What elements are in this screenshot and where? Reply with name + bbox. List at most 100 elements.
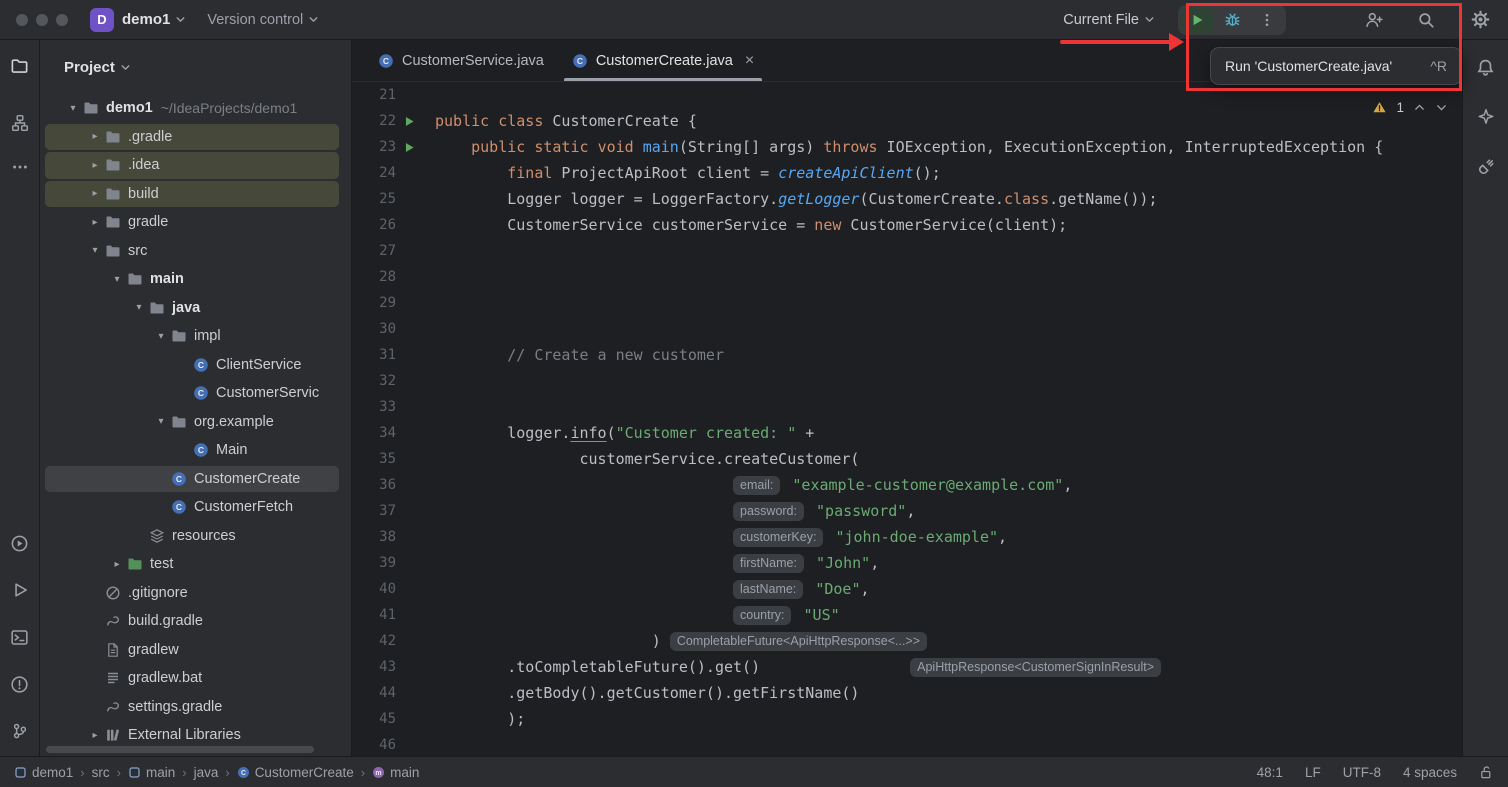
code-line-36[interactable]: 36 email: "example-customer@example.com"… bbox=[352, 472, 1462, 498]
lock-icon[interactable] bbox=[1479, 765, 1494, 780]
code-line-34[interactable]: 34 logger.info("Customer created: " + bbox=[352, 420, 1462, 446]
run-button[interactable] bbox=[1181, 7, 1213, 33]
inspections-widget[interactable]: 1 bbox=[1372, 100, 1448, 115]
tree-item-settings-gradle[interactable]: settings.gradle bbox=[40, 693, 351, 722]
caret-position[interactable]: 48:1 bbox=[1257, 765, 1283, 780]
code-line-42[interactable]: 42 ) CompletableFuture<ApiHttpResponse<.… bbox=[352, 628, 1462, 654]
vcs-widget[interactable]: Version control bbox=[187, 12, 320, 28]
line-number[interactable]: 38 bbox=[352, 529, 396, 545]
tree-item-gradlew-bat[interactable]: gradlew.bat bbox=[40, 664, 351, 693]
search-everywhere-button[interactable] bbox=[1410, 7, 1442, 33]
line-number[interactable]: 23 bbox=[352, 139, 396, 155]
tree-item-build-gradle[interactable]: build.gradle bbox=[40, 607, 351, 636]
code-line-41[interactable]: 41 country: "US" bbox=[352, 602, 1462, 628]
breadcrumb-item[interactable]: CCustomerCreate bbox=[237, 765, 354, 780]
close-tab-button[interactable]: × bbox=[745, 53, 754, 69]
tree-item-demo1[interactable]: ▾demo1~/IdeaProjects/demo1 bbox=[40, 94, 351, 123]
version-control-tool-button[interactable] bbox=[7, 718, 33, 744]
line-number[interactable]: 33 bbox=[352, 399, 396, 415]
close-window-button[interactable] bbox=[16, 14, 28, 26]
structure-tool-button[interactable] bbox=[7, 110, 33, 136]
tree-item-gradlew[interactable]: gradlew bbox=[40, 636, 351, 665]
file-encoding[interactable]: UTF-8 bbox=[1343, 765, 1381, 780]
editor-tab-customercreate-java[interactable]: CCustomerCreate.java× bbox=[558, 40, 768, 81]
line-number[interactable]: 41 bbox=[352, 607, 396, 623]
services-tool-button[interactable] bbox=[7, 530, 33, 556]
line-number[interactable]: 35 bbox=[352, 451, 396, 467]
chevron-expanded-icon[interactable]: ▾ bbox=[130, 302, 148, 313]
line-number[interactable]: 44 bbox=[352, 685, 396, 701]
tree-item--gitignore[interactable]: .gitignore bbox=[40, 579, 351, 608]
chevron-collapsed-icon[interactable]: ▸ bbox=[86, 730, 104, 741]
project-tool-button[interactable] bbox=[7, 52, 33, 78]
run-gutter-button[interactable] bbox=[396, 141, 422, 154]
ai-assistant-button[interactable] bbox=[1473, 104, 1499, 130]
problems-tool-button[interactable] bbox=[7, 671, 33, 697]
code-line-26[interactable]: 26 CustomerService customerService = new… bbox=[352, 212, 1462, 238]
run-gutter-button[interactable] bbox=[396, 115, 422, 128]
project-panel-header[interactable]: Project bbox=[40, 40, 351, 94]
code-line-43[interactable]: 43 .toCompletableFuture().get()ApiHttpRe… bbox=[352, 654, 1462, 680]
chevron-collapsed-icon[interactable]: ▸ bbox=[86, 188, 104, 199]
run-tool-button[interactable] bbox=[7, 577, 33, 603]
chevron-expanded-icon[interactable]: ▾ bbox=[152, 331, 170, 342]
chevron-expanded-icon[interactable]: ▾ bbox=[86, 245, 104, 256]
tree-item-impl[interactable]: ▾impl bbox=[40, 322, 351, 351]
tree-item--gradle[interactable]: ▸.gradle bbox=[40, 123, 351, 152]
tree-item-clientservice[interactable]: CClientService bbox=[40, 351, 351, 380]
line-number[interactable]: 43 bbox=[352, 659, 396, 675]
tree-item-resources[interactable]: resources bbox=[40, 522, 351, 551]
breadcrumb-item[interactable]: demo1 bbox=[14, 765, 73, 780]
chevron-collapsed-icon[interactable]: ▸ bbox=[108, 559, 126, 570]
code-line-32[interactable]: 32 bbox=[352, 368, 1462, 394]
code-line-23[interactable]: 23 public static void main(String[] args… bbox=[352, 134, 1462, 160]
tree-item-test[interactable]: ▸test bbox=[40, 550, 351, 579]
code-line-30[interactable]: 30 bbox=[352, 316, 1462, 342]
editor-tab-customerservice-java[interactable]: CCustomerService.java bbox=[364, 40, 558, 81]
line-number[interactable]: 22 bbox=[352, 113, 396, 129]
chevron-expanded-icon[interactable]: ▾ bbox=[108, 274, 126, 285]
line-number[interactable]: 26 bbox=[352, 217, 396, 233]
code-line-45[interactable]: 45 ); bbox=[352, 706, 1462, 732]
line-number[interactable]: 25 bbox=[352, 191, 396, 207]
line-number[interactable]: 32 bbox=[352, 373, 396, 389]
breadcrumb-item[interactable]: mmain bbox=[372, 765, 419, 780]
line-number[interactable]: 34 bbox=[352, 425, 396, 441]
code-line-31[interactable]: 31 // Create a new customer bbox=[352, 342, 1462, 368]
code-line-39[interactable]: 39 firstName: "John", bbox=[352, 550, 1462, 576]
previous-issue-button[interactable] bbox=[1413, 101, 1426, 114]
breadcrumb-item[interactable]: java bbox=[194, 765, 219, 780]
indent-style[interactable]: 4 spaces bbox=[1403, 765, 1457, 780]
tree-item-customercreate[interactable]: CCustomerCreate bbox=[40, 465, 351, 494]
chevron-expanded-icon[interactable]: ▾ bbox=[152, 416, 170, 427]
more-tool-windows-button[interactable] bbox=[7, 154, 33, 180]
code-line-25[interactable]: 25 Logger logger = LoggerFactory.getLogg… bbox=[352, 186, 1462, 212]
breadcrumb-item[interactable]: src bbox=[92, 765, 110, 780]
tree-item-src[interactable]: ▾src bbox=[40, 237, 351, 266]
project-selector[interactable]: demo1 bbox=[122, 11, 187, 28]
terminal-tool-button[interactable] bbox=[7, 624, 33, 650]
line-number[interactable]: 27 bbox=[352, 243, 396, 259]
tree-item-gradle[interactable]: ▸gradle bbox=[40, 208, 351, 237]
code-line-29[interactable]: 29 bbox=[352, 290, 1462, 316]
line-number[interactable]: 37 bbox=[352, 503, 396, 519]
more-actions-button[interactable] bbox=[1251, 7, 1283, 33]
chevron-expanded-icon[interactable]: ▾ bbox=[64, 103, 82, 114]
debug-button[interactable] bbox=[1216, 7, 1248, 33]
chevron-collapsed-icon[interactable]: ▸ bbox=[86, 131, 104, 142]
tree-item-customerservic[interactable]: CCustomerServic bbox=[40, 379, 351, 408]
horizontal-scrollbar[interactable] bbox=[46, 746, 314, 753]
add-user-button[interactable] bbox=[1358, 7, 1390, 33]
zoom-window-button[interactable] bbox=[56, 14, 68, 26]
tree-item-java[interactable]: ▾java bbox=[40, 294, 351, 323]
tree-item-org-example[interactable]: ▾org.example bbox=[40, 408, 351, 437]
line-separator[interactable]: LF bbox=[1305, 765, 1321, 780]
code-line-22[interactable]: 22public class CustomerCreate { bbox=[352, 108, 1462, 134]
line-number[interactable]: 39 bbox=[352, 555, 396, 571]
line-number[interactable]: 21 bbox=[352, 87, 396, 103]
line-number[interactable]: 45 bbox=[352, 711, 396, 727]
plugins-button[interactable] bbox=[1473, 154, 1499, 180]
line-number[interactable]: 28 bbox=[352, 269, 396, 285]
code-line-40[interactable]: 40 lastName: "Doe", bbox=[352, 576, 1462, 602]
tree-item-build[interactable]: ▸build bbox=[40, 180, 351, 209]
